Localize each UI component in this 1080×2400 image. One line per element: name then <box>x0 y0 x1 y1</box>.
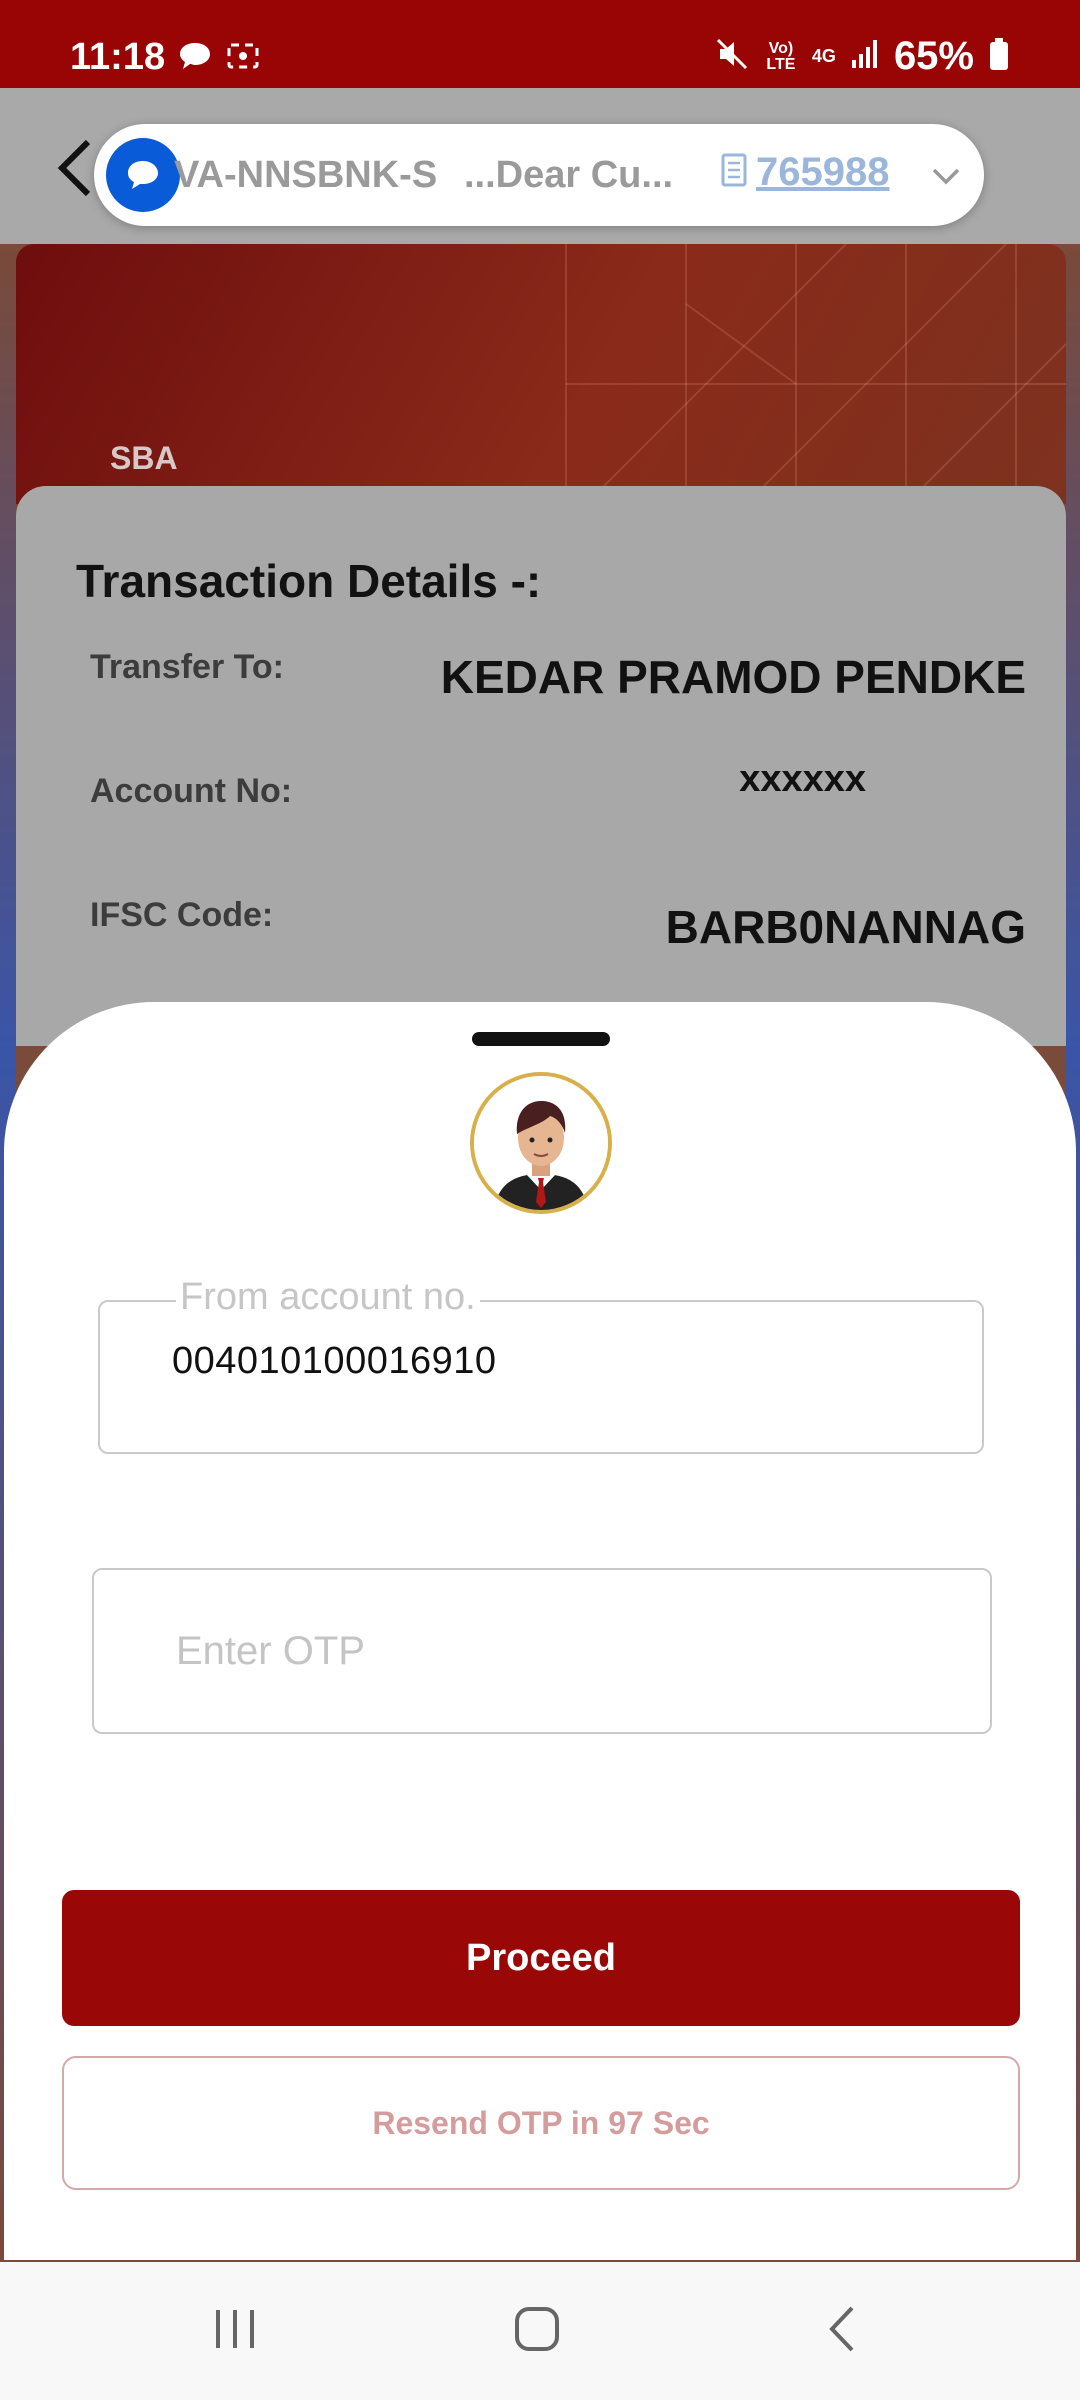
ifsc-code-label: IFSC Code: <box>90 896 274 934</box>
proceed-button[interactable]: Proceed <box>62 1890 1020 2026</box>
from-account-field[interactable]: From account no. 004010100016910 <box>98 1276 984 1454</box>
mute-icon <box>714 36 750 77</box>
chevron-down-icon[interactable] <box>930 160 962 197</box>
transfer-to-label: Transfer To: <box>90 648 284 686</box>
transaction-details-panel: Transaction Details -: Transfer To: KEDA… <box>16 486 1066 1046</box>
from-account-label: From account no. <box>176 1276 480 1319</box>
screen-record-icon <box>226 40 260 77</box>
status-right-icons: Vo) LTE 4G 65% <box>714 34 1010 79</box>
transaction-details-title: Transaction Details -: <box>76 555 542 607</box>
sms-otp-code[interactable]: 765988 <box>756 150 889 195</box>
sms-otp-notification[interactable]: VA-NNSBNK-S ...Dear Cu... 765988 <box>94 124 984 226</box>
account-type-label: SBA <box>110 440 178 476</box>
from-account-value: 004010100016910 <box>172 1340 497 1382</box>
battery-icon <box>988 37 1010 76</box>
signal-icon <box>850 38 880 75</box>
recent-apps-icon[interactable] <box>210 2304 260 2359</box>
sms-preview: ...Dear Cu... <box>464 154 674 196</box>
chat-notification-icon <box>178 40 212 77</box>
nav-back-icon[interactable] <box>822 2304 862 2359</box>
copy-icon <box>720 152 750 193</box>
card-pattern <box>565 244 1066 504</box>
status-left-icons <box>178 40 260 77</box>
drag-handle[interactable] <box>472 1032 610 1046</box>
home-icon[interactable] <box>512 2304 562 2359</box>
otp-input[interactable] <box>94 1570 990 1732</box>
account-no-label: Account No: <box>90 772 293 810</box>
user-avatar <box>470 1072 612 1214</box>
otp-bottom-sheet: From account no. 004010100016910 Proceed… <box>4 1002 1076 2260</box>
resend-otp-button[interactable]: Resend OTP in 97 Sec <box>62 2056 1020 2190</box>
network-type-icon: 4G <box>811 46 836 66</box>
volte-icon: Vo) LTE <box>766 39 796 73</box>
sms-code-copy[interactable]: 765988 <box>720 150 889 195</box>
account-no-value: xxxxxx <box>739 758 866 800</box>
back-arrow-icon[interactable] <box>54 138 94 203</box>
otp-field[interactable] <box>92 1568 992 1734</box>
transfer-to-value: KEDAR PRAMOD PENDKE <box>440 651 1026 703</box>
battery-percent: 65% <box>893 34 974 78</box>
system-nav-bar <box>0 2262 1080 2400</box>
ifsc-code-value: BARB0NANNAG <box>665 901 1026 953</box>
status-time: 11:18 <box>70 36 166 78</box>
chat-bubble-icon <box>106 138 180 212</box>
sms-sender: VA-NNSBNK-S <box>174 154 438 196</box>
account-card: SBA <box>16 244 1066 504</box>
status-bar: 11:18 Vo) LTE 4G 65% <box>0 0 1080 88</box>
